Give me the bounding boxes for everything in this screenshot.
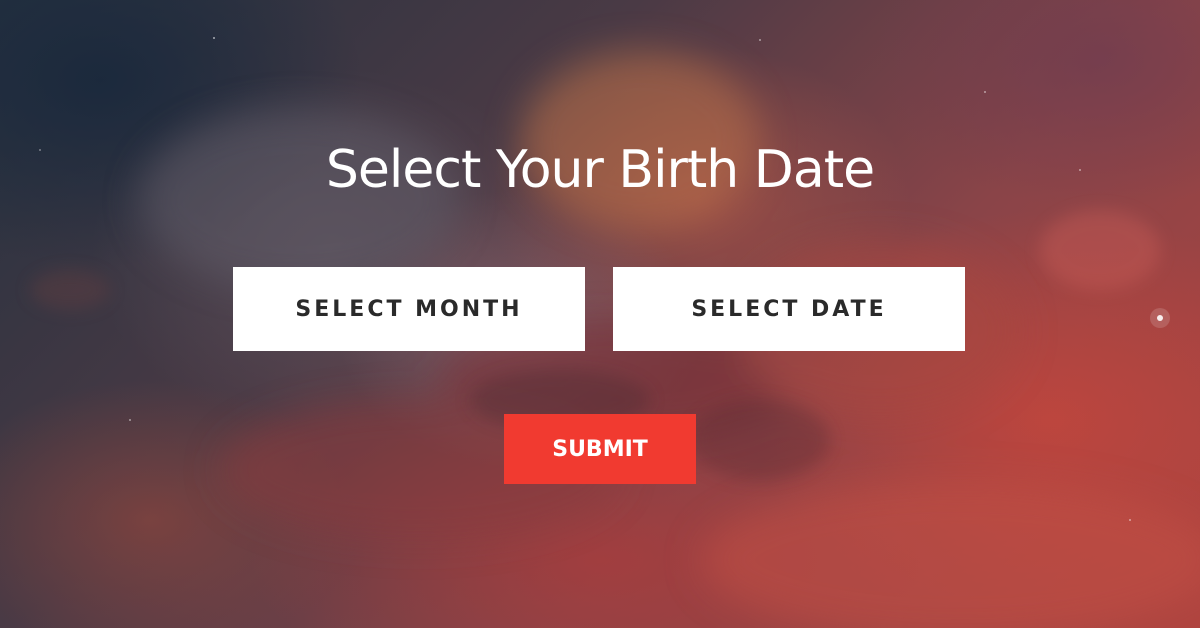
select-date-dropdown[interactable]: SELECT DATE [613, 267, 965, 351]
nebula-clouds [30, 37, 1200, 628]
page-title: Select Your Birth Date [325, 140, 875, 200]
select-month-label: SELECT MONTH [295, 296, 523, 322]
submit-button-label: SUBMIT [552, 436, 648, 462]
select-date-label: SELECT DATE [691, 296, 887, 322]
nebula-background [0, 0, 1200, 628]
submit-button[interactable]: SUBMIT [504, 414, 696, 484]
select-month-dropdown[interactable]: SELECT MONTH [233, 267, 585, 351]
